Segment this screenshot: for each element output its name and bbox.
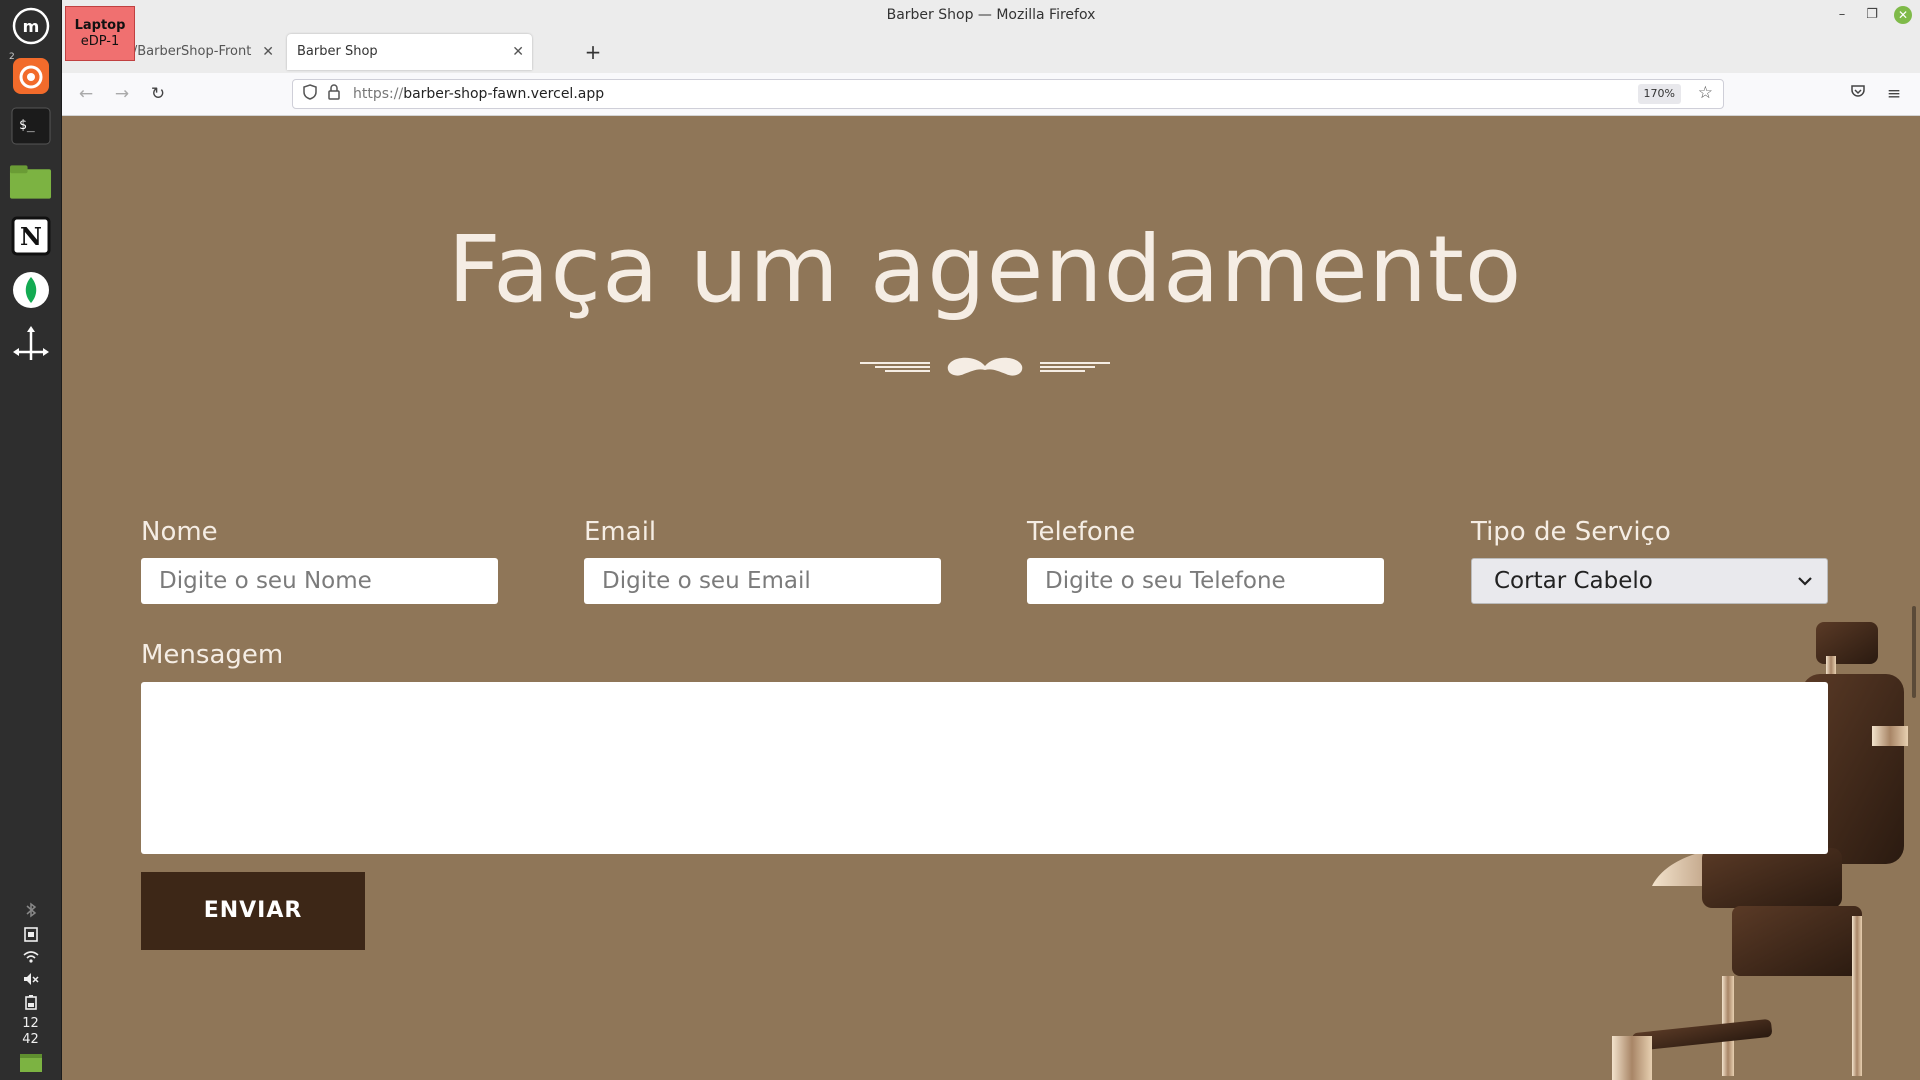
battery-icon[interactable] <box>0 994 61 1014</box>
app-dock: m 2 $_ N 12 42 <box>0 0 62 1080</box>
new-tab-button[interactable]: + <box>578 34 608 70</box>
back-arrow-icon[interactable]: ← <box>74 82 98 106</box>
clock-minute: 42 <box>22 1032 39 1047</box>
email-label: Email <box>584 517 657 547</box>
mustache-divider-icon <box>860 357 1110 376</box>
show-desktop-icon[interactable] <box>0 1054 61 1076</box>
name-input[interactable] <box>141 558 498 604</box>
terminal-icon[interactable]: $_ <box>9 104 52 147</box>
lock-icon[interactable] <box>325 84 343 104</box>
phone-input[interactable] <box>1027 558 1384 604</box>
notion-icon[interactable]: N <box>9 214 52 257</box>
tab-bar: walkerrr/BarberShop-Front ✕ Barber Shop … <box>62 30 1920 73</box>
tab-label: Barber Shop <box>297 44 378 59</box>
reload-icon[interactable]: ↻ <box>146 82 170 106</box>
message-textarea[interactable] <box>141 682 1828 854</box>
close-tab-icon[interactable]: ✕ <box>512 34 524 70</box>
window-titlebar: Barber Shop — Mozilla Firefox – ❐ ✕ <box>62 0 1920 30</box>
files-icon[interactable] <box>9 160 52 203</box>
system-clock[interactable]: 12 42 <box>0 1016 61 1048</box>
bookmark-star-icon[interactable]: ☆ <box>1698 83 1713 103</box>
clipboard-icon[interactable] <box>0 926 61 946</box>
display-badge: Laptop eDP-1 <box>65 6 135 61</box>
zoom-level-badge[interactable]: 170% <box>1637 84 1681 104</box>
firefox-icon[interactable] <box>9 54 52 97</box>
restore-icon[interactable]: ❐ <box>1864 7 1880 23</box>
navigation-toolbar: ← → ↻ https://barber-shop-fawn.vercel.ap… <box>62 73 1920 116</box>
window-title: Barber Shop — Mozilla Firefox <box>886 7 1096 23</box>
hamburger-menu-icon[interactable]: ≡ <box>1882 82 1906 106</box>
screen-layout-icon[interactable] <box>9 322 52 365</box>
forward-arrow-icon[interactable]: → <box>110 82 134 106</box>
message-label: Mensagem <box>141 640 284 670</box>
page-scrollbar[interactable] <box>1908 116 1920 1080</box>
clock-hour: 12 <box>22 1016 39 1031</box>
service-type-selected: Cortar Cabelo <box>1494 568 1653 594</box>
scrollbar-thumb[interactable] <box>1912 606 1916 698</box>
address-bar[interactable]: https://barber-shop-fawn.vercel.app 170%… <box>292 79 1724 109</box>
chevron-down-icon <box>1797 559 1813 603</box>
close-window-icon[interactable]: ✕ <box>1894 6 1912 24</box>
page-viewport: Faça um agendamento Nome Email Telefone … <box>62 116 1908 1080</box>
display-badge-subtitle: eDP-1 <box>80 34 120 49</box>
tracking-shield-icon[interactable] <box>301 84 319 104</box>
url-text: https://barber-shop-fawn.vercel.app <box>353 86 604 102</box>
service-type-select[interactable]: Cortar Cabelo <box>1471 558 1828 604</box>
svg-text:N: N <box>20 222 42 251</box>
svg-text:$_: $_ <box>19 118 35 133</box>
volume-muted-icon[interactable] <box>0 972 61 990</box>
window-controls: – ❐ ✕ <box>1834 0 1912 30</box>
name-label: Nome <box>141 517 218 547</box>
email-input[interactable] <box>584 558 941 604</box>
wifi-icon[interactable] <box>0 950 61 968</box>
send-button[interactable]: ENVIAR <box>141 872 365 950</box>
url-host: barber-shop-fawn.vercel.app <box>403 86 605 102</box>
mongodb-compass-icon[interactable] <box>9 268 52 311</box>
service-type-label: Tipo de Serviço <box>1471 517 1671 547</box>
phone-label: Telefone <box>1027 517 1136 547</box>
bluetooth-icon[interactable] <box>0 902 61 922</box>
mint-menu-icon[interactable]: m <box>9 4 52 47</box>
svg-text:m: m <box>22 17 39 36</box>
url-scheme: https:// <box>353 86 404 102</box>
display-badge-title: Laptop <box>74 18 126 33</box>
minimize-icon[interactable]: – <box>1834 7 1850 23</box>
page-heading: Faça um agendamento <box>447 216 1523 323</box>
close-tab-icon[interactable]: ✕ <box>262 34 274 70</box>
pocket-icon[interactable] <box>1846 82 1870 106</box>
tab-barber-shop[interactable]: Barber Shop ✕ <box>287 34 532 70</box>
